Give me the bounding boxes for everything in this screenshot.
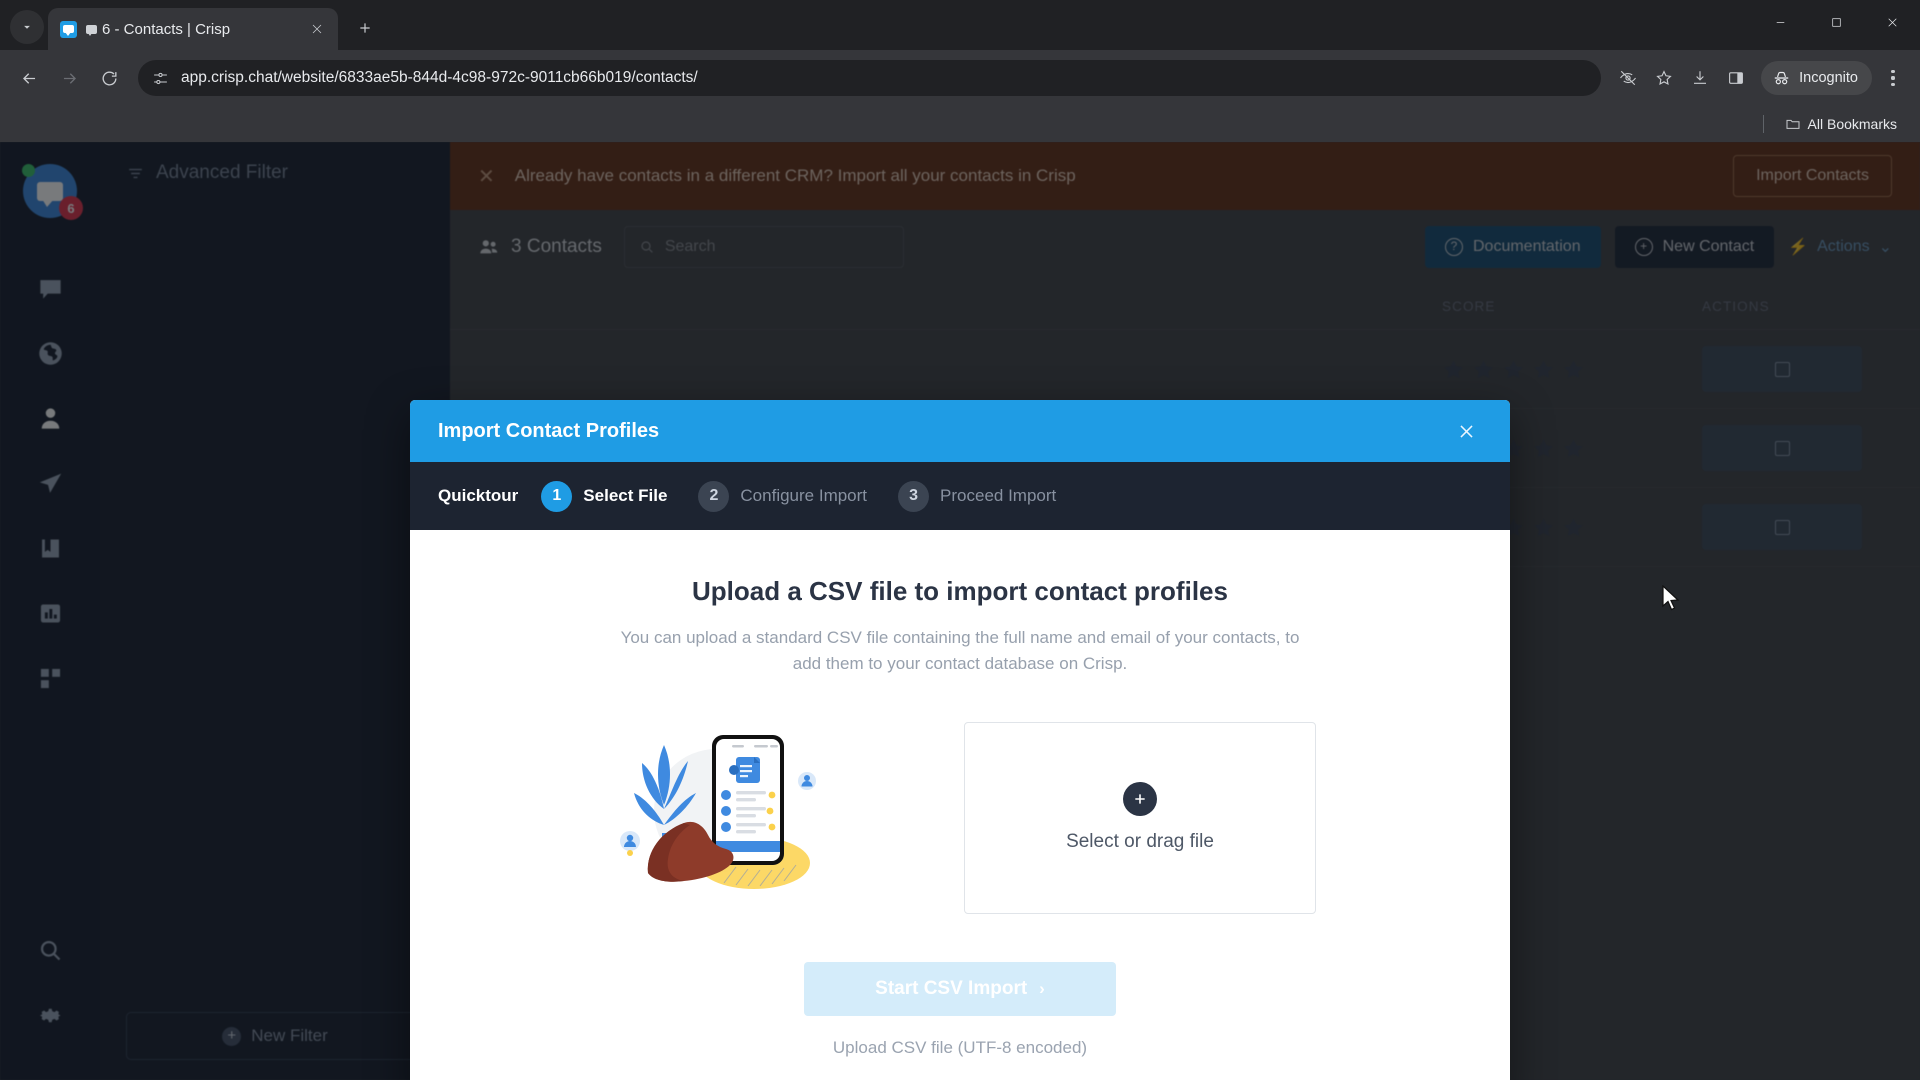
tab-title-text: 6 - Contacts | Crisp xyxy=(86,21,297,38)
side-panel-button[interactable] xyxy=(1719,61,1753,95)
cookie-blocked-button[interactable] xyxy=(1611,61,1645,95)
window-controls xyxy=(1752,0,1920,50)
quicktour-step-1[interactable]: 1 Select File xyxy=(541,480,668,512)
close-icon xyxy=(312,24,322,34)
reload-button[interactable] xyxy=(90,59,128,97)
maximize-button[interactable] xyxy=(1808,0,1864,44)
dropzone-label: Select or drag file xyxy=(1066,831,1214,853)
eye-slash-icon xyxy=(1620,70,1637,86)
start-csv-import-label: Start CSV Import xyxy=(875,977,1028,999)
upload-format-note: Upload CSV file (UTF-8 encoded) xyxy=(832,1037,1088,1057)
divider xyxy=(1762,115,1764,133)
close-icon xyxy=(1459,424,1473,438)
tab-search-button[interactable] xyxy=(10,10,44,44)
step-number: 2 xyxy=(698,480,730,512)
modal-close-button[interactable] xyxy=(1450,415,1482,447)
tab-strip: 6 - Contacts | Crisp xyxy=(0,0,1920,50)
chat-bubble-icon xyxy=(86,24,97,36)
site-settings-icon[interactable] xyxy=(152,70,169,87)
bookmarks-bar: All Bookmarks xyxy=(0,106,1920,142)
modal-footer: Start CSV Import › Upload CSV file (UTF-… xyxy=(470,961,1450,1058)
step-number: 1 xyxy=(541,480,573,512)
download-button[interactable] xyxy=(1683,61,1717,95)
add-file-button[interactable] xyxy=(1123,782,1157,817)
quicktour-step-3[interactable]: 3 Proceed Import xyxy=(898,480,1057,512)
folder-icon xyxy=(1786,119,1800,129)
close-icon xyxy=(1887,17,1897,27)
hand-holding-phone-contacts-illustration xyxy=(620,734,816,889)
window-close-button[interactable] xyxy=(1864,0,1920,44)
forward-button[interactable] xyxy=(50,59,88,97)
modal-subtext: You can upload a standard CSV file conta… xyxy=(620,628,1300,674)
quicktour-label: Quicktour xyxy=(438,486,519,505)
reload-icon xyxy=(102,71,117,86)
tab-close-button[interactable] xyxy=(306,18,328,40)
star-icon xyxy=(1656,70,1672,86)
download-icon xyxy=(1694,71,1707,84)
start-csv-import-button[interactable]: Start CSV Import › xyxy=(804,961,1116,1016)
three-dot-menu-icon xyxy=(1891,70,1895,74)
step-label: Proceed Import xyxy=(940,486,1057,505)
browser-toolbar: app.crisp.chat/website/6833ae5b-844d-4c9… xyxy=(0,50,1920,106)
arrow-left-icon xyxy=(22,72,35,84)
chevron-right-icon: › xyxy=(1039,978,1045,998)
browser-tab[interactable]: 6 - Contacts | Crisp xyxy=(48,8,338,50)
step-label: Configure Import xyxy=(740,486,868,505)
minimize-icon xyxy=(1776,21,1784,23)
step-label: Select File xyxy=(583,486,668,505)
plus-icon xyxy=(360,23,370,33)
plus-icon xyxy=(1135,794,1145,804)
crisp-chat-favicon xyxy=(60,20,77,38)
modal-body: Upload a CSV file to import contact prof… xyxy=(410,530,1510,1080)
import-contact-profiles-modal: Import Contact Profiles Quicktour 1 Sele… xyxy=(410,400,1510,1080)
all-bookmarks-button[interactable]: All Bookmarks xyxy=(1778,112,1904,136)
maximize-icon xyxy=(1831,17,1841,27)
new-tab-button[interactable] xyxy=(348,11,382,45)
side-panel-icon xyxy=(1729,72,1744,84)
minimize-button[interactable] xyxy=(1752,0,1808,44)
browser-window: 6 - Contacts | Crisp app.crisp.chat/webs… xyxy=(0,0,1920,1080)
address-bar[interactable]: app.crisp.chat/website/6833ae5b-844d-4c9… xyxy=(138,60,1602,96)
file-dropzone[interactable]: Select or drag file xyxy=(964,721,1316,914)
incognito-label: Incognito xyxy=(1799,70,1858,86)
upload-area: Select or drag file xyxy=(470,721,1450,914)
modal-title: Import Contact Profiles xyxy=(438,419,660,442)
url-text: app.crisp.chat/website/6833ae5b-844d-4c9… xyxy=(181,69,698,86)
chevron-down-icon xyxy=(24,25,30,29)
page-viewport: 6 xyxy=(0,142,1920,1080)
bookmark-button[interactable] xyxy=(1647,61,1681,95)
step-number: 3 xyxy=(898,480,930,512)
back-button[interactable] xyxy=(10,59,48,97)
modal-heading: Upload a CSV file to import contact prof… xyxy=(692,576,1228,606)
incognito-hat-icon xyxy=(1774,71,1789,84)
quicktour-step-2[interactable]: 2 Configure Import xyxy=(698,480,868,512)
modal-header: Import Contact Profiles xyxy=(410,400,1510,462)
all-bookmarks-label: All Bookmarks xyxy=(1807,116,1897,132)
arrow-right-icon xyxy=(63,72,76,84)
quicktour-stepper: Quicktour 1 Select File 2 Configure Impo… xyxy=(410,462,1510,530)
incognito-indicator[interactable]: Incognito xyxy=(1761,61,1872,95)
browser-menu-button[interactable] xyxy=(1876,61,1910,95)
